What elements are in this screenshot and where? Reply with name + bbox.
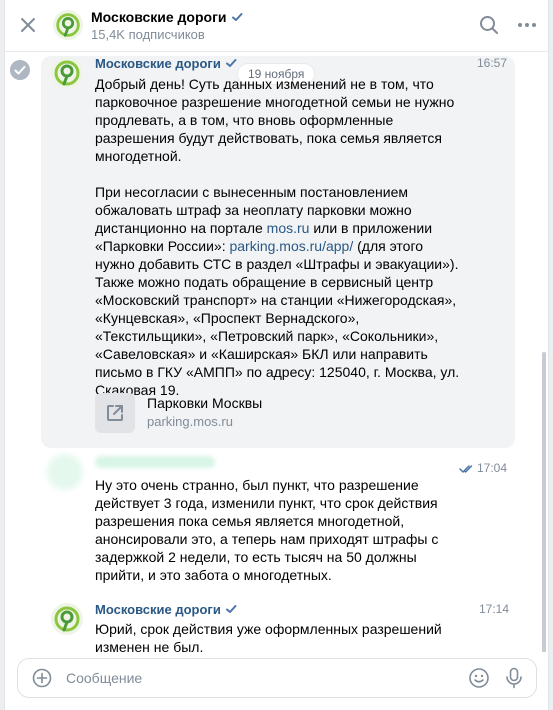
message-text-part: Добрый день! Суть данных изменений не в …	[95, 76, 455, 236]
verified-icon	[225, 605, 237, 613]
link-preview-title[interactable]: Парковки Москвы	[147, 395, 262, 411]
author-avatar[interactable]	[51, 57, 83, 89]
user-avatar[interactable]	[47, 454, 83, 490]
message-author-name[interactable]: Московские дороги	[95, 602, 221, 617]
chat-window: Московские дороги 15,4K подписчиков Моск…	[4, 0, 549, 710]
attach-plus-icon[interactable]	[32, 668, 52, 688]
search-icon[interactable]	[479, 15, 499, 35]
chat-title[interactable]: Московские дороги	[91, 9, 243, 25]
link-preview-domain: parking.mos.ru	[147, 414, 233, 429]
link-preview-card[interactable]: Парковки Москвы parking.mos.ru	[95, 392, 395, 438]
message-text-part: (для этого нужно добавить СТС в раздел «…	[95, 238, 464, 398]
message-input[interactable]	[66, 667, 446, 689]
emoji-icon[interactable]	[468, 667, 490, 689]
mic-icon[interactable]	[504, 667, 524, 689]
message-author[interactable]: Московские дороги	[95, 602, 237, 617]
scrollbar[interactable]	[542, 352, 546, 652]
message-list[interactable]: Московские дороги 19 ноября 16:57 Добрый…	[5, 52, 548, 652]
community-avatar[interactable]	[53, 10, 83, 40]
message-text: Юрий, срок действия уже оформленных разр…	[95, 621, 446, 652]
message-time: 17:14	[479, 602, 510, 616]
message-time: 17:04	[477, 461, 508, 475]
verified-icon	[231, 13, 243, 21]
close-icon[interactable]	[17, 14, 39, 36]
user-name[interactable]	[95, 456, 215, 468]
verified-icon	[225, 59, 237, 67]
message-author[interactable]: Московские дороги	[95, 56, 237, 71]
link-preview-thumbnail	[95, 393, 135, 433]
message-author-name[interactable]: Московские дороги	[95, 56, 221, 71]
chat-title-text[interactable]: Московские дороги	[91, 9, 227, 25]
message-time: 16:57	[477, 56, 508, 70]
chat-header: Московские дороги 15,4K подписчиков	[5, 0, 548, 52]
double-check-icon	[459, 465, 473, 473]
message-text: Добрый день! Суть данных изменений не в …	[95, 75, 465, 399]
author-avatar[interactable]	[51, 603, 83, 635]
subscriber-count: 15,4K подписчиков	[91, 27, 205, 42]
more-icon[interactable]	[516, 15, 538, 35]
parking-app-link[interactable]: parking.mos.ru/app/	[229, 238, 353, 254]
message-text: Ну это очень странно, был пункт, что раз…	[95, 477, 443, 583]
message-composer	[17, 658, 537, 698]
check-circle-icon[interactable]	[10, 60, 30, 80]
mos-ru-link[interactable]: mos.ru	[267, 220, 310, 236]
external-link-icon	[107, 405, 123, 421]
